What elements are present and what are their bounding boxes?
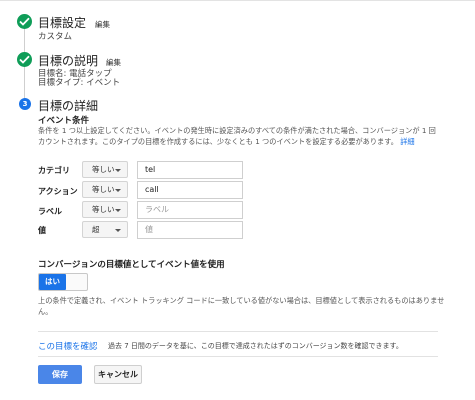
step-complete-check-icon <box>17 14 32 29</box>
step-title-goal-details: 目標の詳細 <box>38 99 99 113</box>
label-value-input[interactable]: ラベル <box>137 201 243 219</box>
action-match-dropdown[interactable]: 等しい <box>82 181 128 198</box>
match-type-text: 等しい <box>92 205 115 214</box>
caret-down-icon <box>115 209 121 212</box>
value-match-dropdown[interactable]: 超 <box>82 221 128 238</box>
caret-down-icon <box>115 229 121 232</box>
label-match-dropdown[interactable]: 等しい <box>82 201 128 218</box>
condition-label-label: ラベル <box>38 207 62 216</box>
match-type-text: 等しい <box>92 165 115 174</box>
toggle-yes-label: はい <box>39 274 66 290</box>
caret-down-icon <box>115 169 121 172</box>
goal-type-text: 目標タイプ: イベント <box>38 78 121 88</box>
condition-label-value: 値 <box>38 226 46 235</box>
use-event-value-note-line2: ん。 <box>38 307 53 316</box>
verify-goal-link[interactable]: この目標を確認 <box>38 340 98 352</box>
category-value-input[interactable]: tel <box>137 161 243 179</box>
use-event-value-note-line1: 上の条件で定義され、イベント トラッキング コードに一致している値がない場合は、… <box>38 296 445 305</box>
step-number-badge: 3 <box>19 98 31 110</box>
step-title-goal-description: 目標の説明 <box>38 54 99 68</box>
value-value-input[interactable]: 値 <box>137 221 243 239</box>
caret-down-icon <box>115 189 121 192</box>
goal-setup-panel: 目標設定 編集 カスタム 目標の説明 編集 目標名: 電話タップ 目標タイプ: … <box>0 0 475 400</box>
event-conditions-description: 条件を 1 つ以上設定してください。イベントの発生時に設定済みのすべての条件が満… <box>38 125 438 147</box>
step-connector-line <box>24 28 25 108</box>
edit-goal-setup-link[interactable]: 編集 <box>95 19 110 30</box>
condition-label-action: アクション <box>38 187 78 196</box>
use-event-value-heading: コンバージョンの目標値としてイベント値を使用 <box>38 260 225 270</box>
match-type-text: 等しい <box>92 185 115 194</box>
event-conditions-description-text: 条件を 1 つ以上設定してください。イベントの発生時に設定済みのすべての条件が満… <box>38 126 436 146</box>
match-type-text: 超 <box>92 225 100 234</box>
category-match-dropdown[interactable]: 等しい <box>82 161 128 178</box>
cancel-button[interactable]: キャンセル <box>94 365 142 384</box>
step-title-goal-setup: 目標設定 <box>38 16 87 30</box>
condition-label-category: カテゴリ <box>38 166 70 175</box>
step-complete-check-icon <box>17 52 32 67</box>
action-value-input[interactable]: call <box>137 181 243 199</box>
use-event-value-toggle[interactable]: はい <box>38 273 88 291</box>
section-divider <box>38 356 438 357</box>
edit-goal-description-link[interactable]: 編集 <box>106 57 121 68</box>
goal-setup-value: カスタム <box>38 32 73 42</box>
learn-more-link[interactable]: 詳細 <box>400 137 414 146</box>
verify-goal-description: 過去 7 日間のデータを基に、この目標で達成されたはずのコンバージョン数を確認で… <box>108 342 403 350</box>
section-divider <box>38 331 438 332</box>
save-button[interactable]: 保存 <box>38 365 82 384</box>
